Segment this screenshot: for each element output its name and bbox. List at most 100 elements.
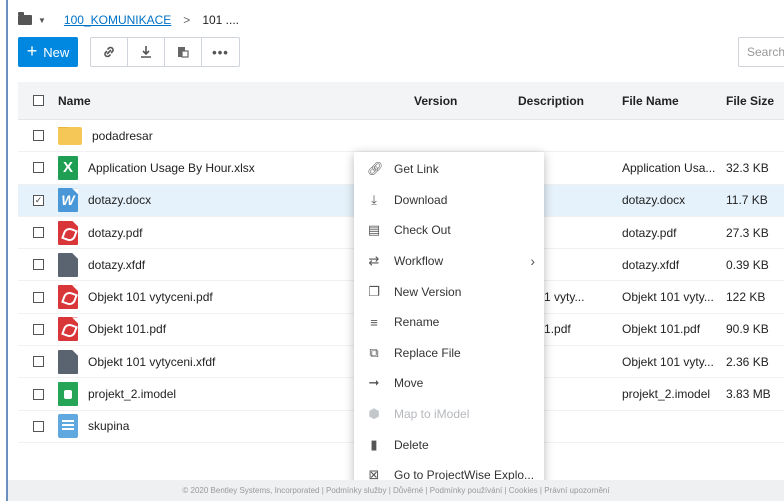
row-checkbox[interactable] (33, 259, 44, 271)
more-button[interactable]: ••• (202, 38, 239, 66)
menu-item-label: Workflow (394, 254, 444, 269)
checkout-icon: ▤ (367, 222, 381, 238)
select-all-checkbox[interactable] (33, 95, 44, 106)
item-name[interactable]: projekt_2.imodel (88, 387, 176, 401)
download-button[interactable] (128, 38, 165, 66)
menu-item-label: Get Link (394, 162, 439, 177)
imodel-icon (58, 382, 78, 407)
menu-item-get-link[interactable]: 🔗︎ Get Link (354, 154, 544, 185)
menu-item-label: Check Out (394, 223, 451, 238)
file-size-cell: 90.9 KB (726, 322, 769, 337)
column-header-file-name[interactable]: File Name (622, 94, 726, 108)
context-menu: 🔗︎ Get Link ⤓ Download ▤ Check Out ⇄ Wor… (354, 152, 544, 492)
row-checkbox[interactable] (33, 162, 44, 174)
new-button-label: New (43, 44, 70, 60)
file-size-cell: 122 KB (726, 290, 766, 305)
file-name-cell: dotazy.xfdf (622, 257, 680, 272)
row-checkbox[interactable] (33, 291, 44, 303)
item-name[interactable]: dotazy.docx (88, 193, 151, 207)
chevron-down-icon[interactable]: ▼ (38, 16, 46, 25)
file-size-cell: 2.36 KB (726, 354, 769, 369)
file-name-cell: Objekt 101 vyty... (622, 290, 714, 305)
file-name-cell: Application Usa... (622, 160, 716, 175)
trash-icon: ▮ (370, 436, 378, 452)
menu-item-workflow[interactable]: ⇄ Workflow › (354, 246, 544, 277)
table-row[interactable]: podadresar (18, 120, 784, 153)
menu-item-label: Map to iModel (394, 407, 470, 422)
file-name-cell: dotazy.docx (622, 193, 686, 208)
menu-item-label: Download (394, 192, 448, 207)
row-checkbox-checked[interactable]: ✓ (33, 194, 44, 206)
replace-file-icon: ⧉ (369, 344, 379, 360)
menu-item-label: Replace File (394, 345, 461, 360)
move-icon: ➞ (368, 375, 380, 391)
file-name-cell: projekt_2.imodel (622, 387, 711, 402)
item-name[interactable]: dotazy.pdf (88, 226, 142, 240)
file-name-cell: Objekt 101.pdf (622, 322, 701, 337)
excel-icon: X (58, 155, 78, 180)
row-checkbox[interactable] (33, 323, 44, 335)
link-icon (104, 46, 114, 58)
breadcrumb-root-link[interactable]: 100_KOMUNIKACE (64, 13, 171, 27)
row-checkbox[interactable] (33, 420, 44, 432)
breadcrumb-separator: > (183, 13, 191, 27)
folder-icon (58, 126, 82, 145)
column-header-version[interactable]: Version (414, 94, 518, 108)
column-header-description[interactable]: Description (518, 94, 622, 108)
file-size-cell: 27.3 KB (726, 225, 769, 240)
menu-item-label: Rename (394, 315, 440, 330)
row-checkbox[interactable] (33, 130, 44, 142)
get-link-button[interactable] (91, 38, 128, 66)
item-name[interactable]: skupina (88, 419, 129, 433)
item-name[interactable]: Objekt 101 vytyceni.pdf (88, 290, 213, 304)
pdf-icon (58, 317, 78, 342)
new-version-icon: ❐ (368, 283, 380, 299)
file-name-cell: dotazy.pdf (622, 225, 677, 240)
menu-item-download[interactable]: ⤓ Download (354, 185, 544, 216)
item-name[interactable]: dotazy.xfdf (88, 258, 145, 272)
item-name[interactable]: Objekt 101 vytyceni.xfdf (88, 355, 215, 369)
group-icon (58, 414, 78, 439)
download-icon (141, 46, 151, 58)
file-size-cell: 3.83 MB (726, 387, 771, 402)
column-header-name[interactable]: Name (58, 94, 414, 108)
item-name[interactable]: Objekt 101.pdf (88, 322, 166, 336)
toolbar-action-group: ••• (90, 37, 240, 67)
toolbar: + New ••• (18, 37, 240, 67)
menu-item-label: New Version (394, 284, 462, 299)
table-header: Name Version Description File Name File … (18, 82, 784, 120)
search-input[interactable]: Search (738, 37, 784, 67)
breadcrumb: ▼ 100_KOMUNIKACE > 101 .... (18, 12, 239, 28)
check-out-button[interactable] (165, 38, 202, 66)
new-button[interactable]: + New (18, 37, 78, 67)
pdf-icon (58, 285, 78, 310)
menu-item-delete[interactable]: ▮ Delete (354, 429, 544, 460)
app-frame: ▼ 100_KOMUNIKACE > 101 .... + New ••• Se… (6, 0, 784, 501)
plus-icon: + (26, 41, 38, 61)
column-header-file-size[interactable]: File Size (726, 94, 784, 108)
xfdf-icon (58, 252, 78, 277)
footer: © 2020 Bentley Systems, Incorporated | P… (8, 480, 784, 501)
file-size-cell: 11.7 KB (726, 193, 768, 208)
download-icon: ⤓ (371, 191, 377, 207)
more-dots-icon: ••• (212, 44, 229, 60)
menu-item-rename[interactable]: ≡ Rename (354, 307, 544, 338)
checkout-icon (178, 47, 189, 58)
chevron-right-icon: › (530, 253, 535, 270)
item-name[interactable]: podadresar (92, 129, 153, 143)
rename-icon: ≡ (370, 314, 378, 330)
menu-item-check-out[interactable]: ▤ Check Out (354, 215, 544, 246)
link-icon: 🔗︎ (367, 161, 384, 177)
menu-item-replace-file[interactable]: ⧉ Replace File (354, 338, 544, 369)
row-checkbox[interactable] (33, 356, 44, 368)
row-checkbox[interactable] (33, 227, 44, 239)
file-size-cell: 0.39 KB (726, 257, 769, 272)
menu-item-label: Move (394, 376, 424, 391)
menu-item-new-version[interactable]: ❐ New Version (354, 276, 544, 307)
folder-icon[interactable] (18, 12, 32, 25)
row-checkbox[interactable] (33, 388, 44, 400)
xfdf-icon (58, 349, 78, 374)
menu-item-move[interactable]: ➞ Move (354, 368, 544, 399)
item-name[interactable]: Application Usage By Hour.xlsx (88, 161, 255, 175)
file-size-cell: 32.3 KB (726, 160, 769, 175)
